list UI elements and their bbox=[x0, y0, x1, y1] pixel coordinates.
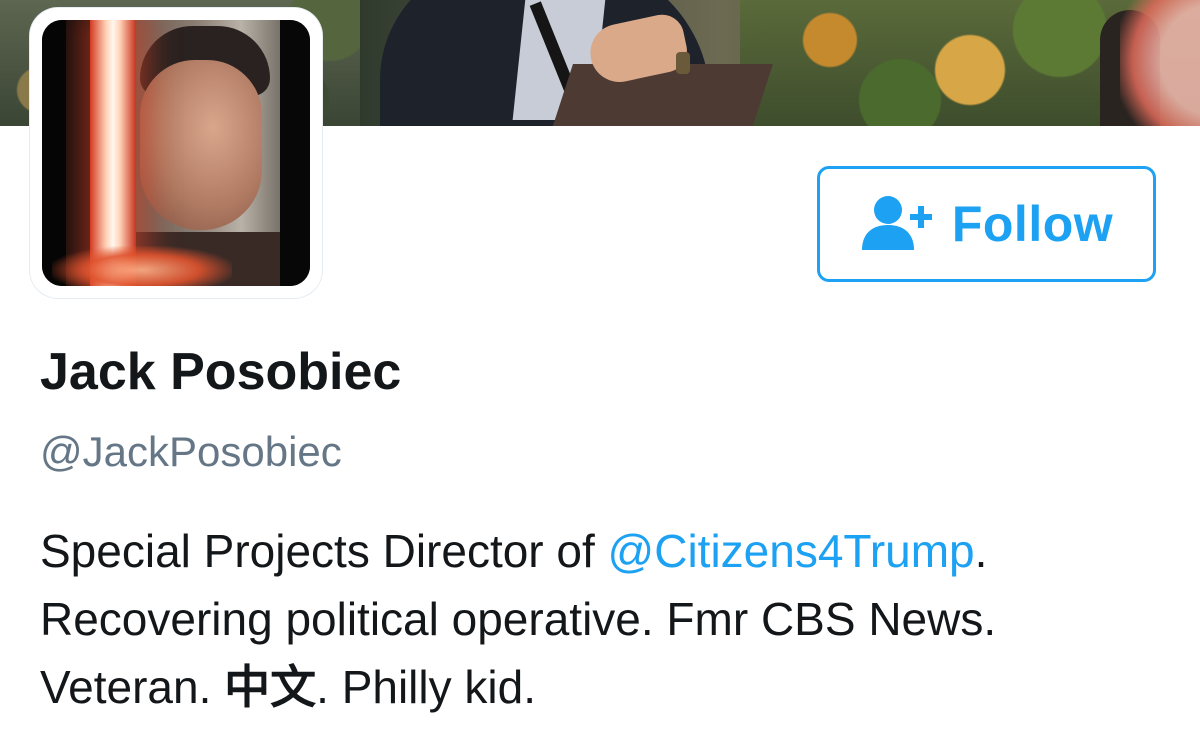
bio-text: Veteran. bbox=[40, 661, 225, 713]
bio-line-1: Special Projects Director of @Citizens4T… bbox=[40, 517, 1180, 585]
profile-bio: Special Projects Director of @Citizens4T… bbox=[40, 517, 1180, 721]
bio-line-2: Recovering political operative. Fmr CBS … bbox=[40, 593, 997, 645]
profile-page: Follow Jack Posobiec @JackPosobiec Speci… bbox=[0, 0, 1200, 738]
bio-line-3: Veteran. 中文. Philly kid. bbox=[40, 653, 1180, 721]
profile-handle: @JackPosobiec bbox=[40, 428, 342, 475]
bio-text: Special Projects Director of bbox=[40, 525, 608, 577]
bio-chinese-text: 中文 bbox=[224, 660, 317, 714]
bio-text: . Philly kid. bbox=[316, 661, 536, 713]
follow-button[interactable]: Follow bbox=[817, 166, 1156, 282]
add-user-icon bbox=[860, 192, 938, 256]
avatar[interactable] bbox=[30, 8, 322, 298]
display-name: Jack Posobiec bbox=[40, 343, 402, 401]
bio-mention-link[interactable]: @Citizens4Trump bbox=[608, 525, 975, 577]
bio-text: . bbox=[974, 525, 988, 577]
follow-button-label: Follow bbox=[951, 196, 1114, 252]
avatar-image[interactable] bbox=[42, 20, 310, 286]
